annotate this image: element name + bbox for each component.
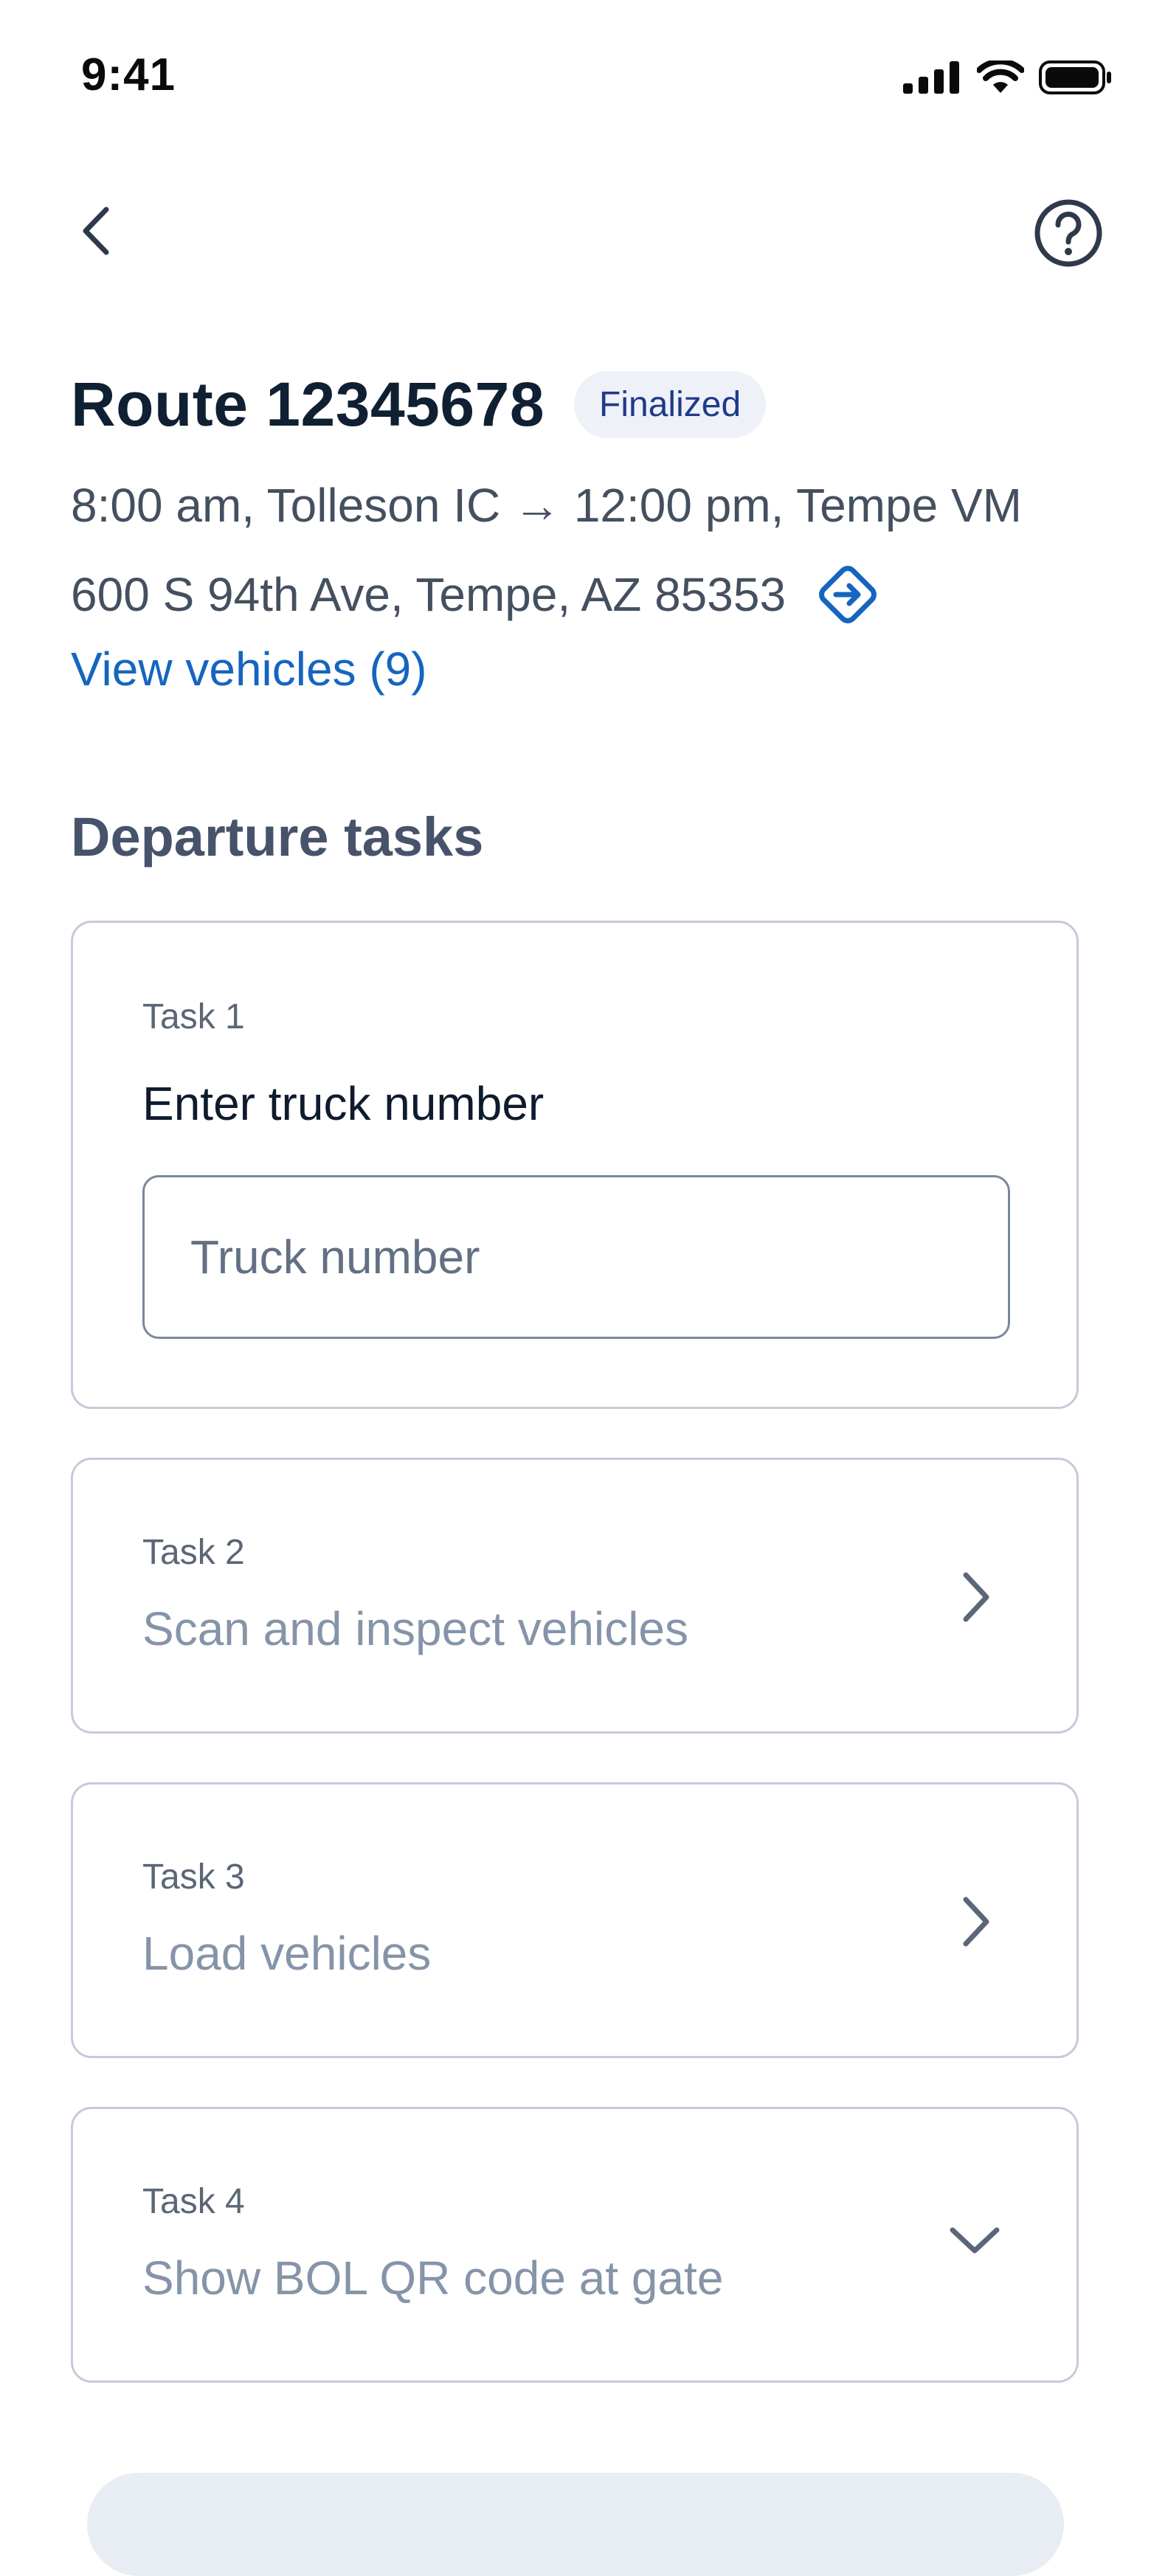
directions-button[interactable] — [812, 559, 883, 630]
truck-number-input[interactable] — [142, 1175, 1010, 1339]
help-circle-icon — [1034, 199, 1102, 267]
status-icons — [903, 60, 1113, 94]
task-title: Scan and inspect vehicles — [142, 1602, 688, 1655]
back-button[interactable] — [72, 198, 120, 264]
wifi-icon — [977, 60, 1024, 93]
task-card-4[interactable]: Task 4 Show BOL QR code at gate — [71, 2107, 1079, 2383]
route-header: Route 12345678 Finalized — [71, 369, 767, 440]
route-address-row: 600 S 94th Ave, Tempe, AZ 85353 — [71, 559, 883, 630]
task-title: Load vehicles — [142, 1927, 432, 1980]
help-button[interactable] — [1033, 198, 1104, 269]
chevron-left-icon — [83, 207, 109, 255]
task-card-3[interactable]: Task 3 Load vehicles — [71, 1782, 1079, 2058]
chevron-right-icon — [963, 1897, 989, 1947]
route-schedule: 8:00 am, Tolleson IC → 12:00 pm, Tempe V… — [71, 479, 1022, 532]
view-vehicles-link[interactable]: View vehicles (9) — [71, 642, 427, 696]
chevron-down-icon — [950, 2227, 1000, 2254]
task-label: Task 2 — [142, 1533, 245, 1572]
status-bar: 9:41 — [0, 0, 1151, 162]
cellular-signal-icon — [903, 61, 959, 94]
task-title: Show BOL QR code at gate — [142, 2251, 724, 2305]
route-address: 600 S 94th Ave, Tempe, AZ 85353 — [71, 568, 787, 621]
task-label: Task 3 — [142, 1857, 245, 1897]
status-badge: Finalized — [574, 371, 767, 438]
page-title: Route 12345678 — [71, 370, 545, 439]
task-label: Task 1 — [142, 997, 245, 1036]
task-label: Task 4 — [142, 2182, 245, 2221]
directions-icon — [819, 566, 877, 623]
chevron-right-icon — [963, 1572, 989, 1622]
task-title: Enter truck number — [142, 1077, 545, 1130]
battery-icon — [1039, 60, 1111, 94]
bottom-action-button[interactable] — [87, 2473, 1064, 2576]
task-card-2[interactable]: Task 2 Scan and inspect vehicles — [71, 1458, 1079, 1734]
task-card-1: Task 1 Enter truck number — [71, 921, 1079, 1409]
section-title: Departure tasks — [71, 806, 484, 868]
status-time: 9:41 — [81, 49, 176, 100]
